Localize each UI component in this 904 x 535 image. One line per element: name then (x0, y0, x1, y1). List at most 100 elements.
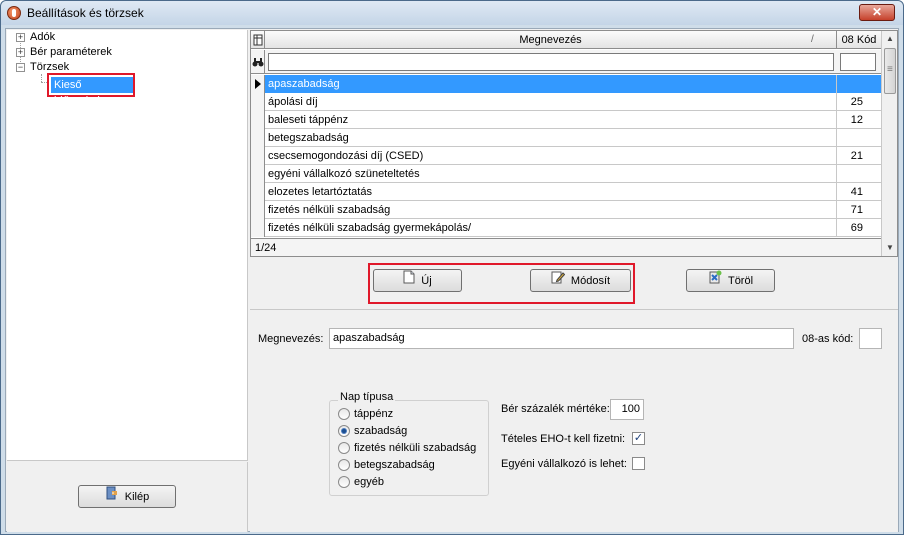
row-code (837, 129, 881, 147)
radio-label: szabadság (354, 425, 408, 437)
door-exit-icon (105, 486, 119, 508)
name-label: Megnevezés: (258, 333, 324, 345)
eho-label: Tételes EHO-t kell fizetni: (501, 433, 626, 445)
radio-label: fizetés nélküli szabadság (354, 442, 477, 454)
row-code: 41 (850, 186, 863, 198)
column-header-code[interactable]: 08 Kód (837, 31, 881, 49)
entrepreneur-checkbox[interactable] (632, 457, 645, 470)
name-input[interactable]: apaszabadság (329, 328, 794, 349)
radio-szabadsag[interactable]: szabadság (338, 424, 407, 438)
row-name: betegszabadság (265, 129, 837, 147)
column-header-name[interactable]: Megnevezés (265, 31, 837, 49)
filter-row (251, 50, 881, 74)
radio-button-icon[interactable] (338, 442, 350, 455)
table-row[interactable]: csecsemogondozási díj (CSED) 21 (251, 147, 881, 165)
new-button[interactable]: Új (373, 269, 462, 292)
table-row[interactable]: ápolási díj 25 (251, 93, 881, 111)
table-row[interactable]: fizetés nélküli szabadság gyermekápolás/… (251, 219, 881, 237)
action-button-bar: Új Módosít Töröl (250, 258, 898, 310)
table-row[interactable]: apaszabadság (251, 75, 881, 93)
app-icon (7, 6, 21, 20)
radio-tappenz[interactable]: táppénz (338, 407, 393, 421)
collapse-icon[interactable]: − (16, 63, 25, 72)
table-row[interactable]: egyéni vállalkozó szüneteltetés (251, 165, 881, 183)
radio-egyeb[interactable]: egyéb (338, 475, 384, 489)
client-area: + Adók + Bér paraméterek − Törzsek Kieső… (5, 28, 899, 532)
row-name: apaszabadság (265, 75, 837, 93)
radio-label: betegszabadság (354, 459, 435, 471)
row-indicator (251, 147, 265, 165)
column-chooser-icon[interactable] (251, 31, 265, 49)
radio-label: egyéb (354, 476, 384, 488)
row-indicator (251, 111, 265, 129)
modify-button[interactable]: Módosít (530, 269, 631, 292)
edit-document-icon (551, 270, 566, 292)
radio-button-selected-icon[interactable] (338, 425, 350, 438)
scroll-down-icon[interactable]: ▼ (882, 240, 898, 256)
radio-button-icon[interactable] (338, 408, 350, 421)
row-code: 25 (850, 96, 863, 108)
tree-item-label: Adók (30, 31, 56, 43)
tree-item-kieso-idoszakok[interactable]: Kieső időszakok (47, 73, 135, 107)
expand-icon[interactable]: + (16, 48, 25, 57)
grid-header: Megnevezés / 08 Kód (251, 31, 881, 49)
radio-button-icon[interactable] (338, 476, 350, 489)
delete-button[interactable]: Töröl (686, 269, 775, 292)
radio-button-icon[interactable] (338, 459, 350, 472)
settings-window: Beállítások és törzsek ✕ + Adók + Bér pa… (0, 0, 904, 535)
code-input[interactable] (859, 328, 882, 349)
row-indicator (251, 93, 265, 111)
window-title: Beállítások és törzsek (27, 6, 144, 20)
sort-indicator-icon: / (811, 34, 814, 45)
tree-item-label: Kieső időszakok (51, 77, 133, 107)
row-code: 69 (850, 222, 863, 234)
tree-item-label: Bér paraméterek (30, 46, 112, 58)
scroll-up-icon[interactable]: ▲ (882, 31, 898, 47)
table-row[interactable]: fizetés nélküli szabadság 71 (251, 201, 881, 219)
tree-connector (41, 74, 42, 82)
new-document-icon (403, 270, 415, 292)
eho-checkbox[interactable]: ✓ (632, 432, 645, 445)
scroll-thumb[interactable] (884, 48, 896, 94)
row-indicator (251, 129, 265, 147)
code-filter-input[interactable] (840, 53, 876, 71)
radio-fizetes-nelkuli-szabadsag[interactable]: fizetés nélküli szabadság (338, 441, 476, 455)
row-name: ápolási díj (265, 93, 837, 111)
row-indicator (251, 165, 265, 183)
modify-button-label: Módosít (570, 274, 611, 287)
wage-percent-label: Bér százalék mértéke: (501, 403, 610, 415)
table-row[interactable]: betegszabadság (251, 129, 881, 147)
wage-percent-input[interactable]: 100 (610, 399, 644, 420)
grid-scrollbar[interactable]: ▲ ▼ (881, 31, 897, 256)
code-label: 08-as kód: (802, 333, 854, 345)
row-code: 12 (850, 114, 863, 126)
title-bar[interactable]: Beállítások és törzsek ✕ (1, 1, 903, 25)
row-name: elozetes letartóztatás (265, 183, 837, 201)
day-types-grid: Megnevezés / 08 Kód apaszabadság ápolási… (250, 30, 898, 257)
row-indicator (251, 219, 265, 237)
table-row[interactable]: baleseti táppénz 12 (251, 111, 881, 129)
row-name: csecsemogondozási díj (CSED) (265, 147, 837, 165)
close-button[interactable]: ✕ (859, 4, 895, 21)
radio-label: táppénz (354, 408, 394, 420)
table-row[interactable]: elozetes letartóztatás 41 (251, 183, 881, 201)
day-type-group-title: Nap típusa (338, 391, 396, 403)
settings-tree: + Adók + Bér paraméterek − Törzsek Kieső… (7, 30, 248, 461)
delete-icon (708, 270, 722, 292)
row-name: egyéni vállalkozó szüneteltetés (265, 165, 837, 183)
name-filter-input[interactable] (268, 53, 834, 71)
record-counter: 1/24 (251, 238, 881, 256)
exit-button[interactable]: Kilép (78, 485, 176, 508)
radio-betegszabadsag[interactable]: betegszabadság (338, 458, 435, 472)
binoculars-icon (251, 50, 265, 74)
left-footer-panel: Kilép (7, 462, 248, 532)
new-button-label: Új (421, 274, 432, 287)
detail-form: Megnevezés: apaszabadság 08-as kód: Nap … (250, 311, 898, 532)
entrepreneur-label: Egyéni vállalkozó is lehet: (501, 458, 627, 470)
row-code: 71 (850, 204, 863, 216)
row-name: baleseti táppénz (265, 111, 837, 129)
expand-icon[interactable]: + (16, 33, 25, 42)
row-code (837, 165, 881, 183)
row-name: fizetés nélküli szabadság (265, 201, 837, 219)
row-indicator (251, 201, 265, 219)
